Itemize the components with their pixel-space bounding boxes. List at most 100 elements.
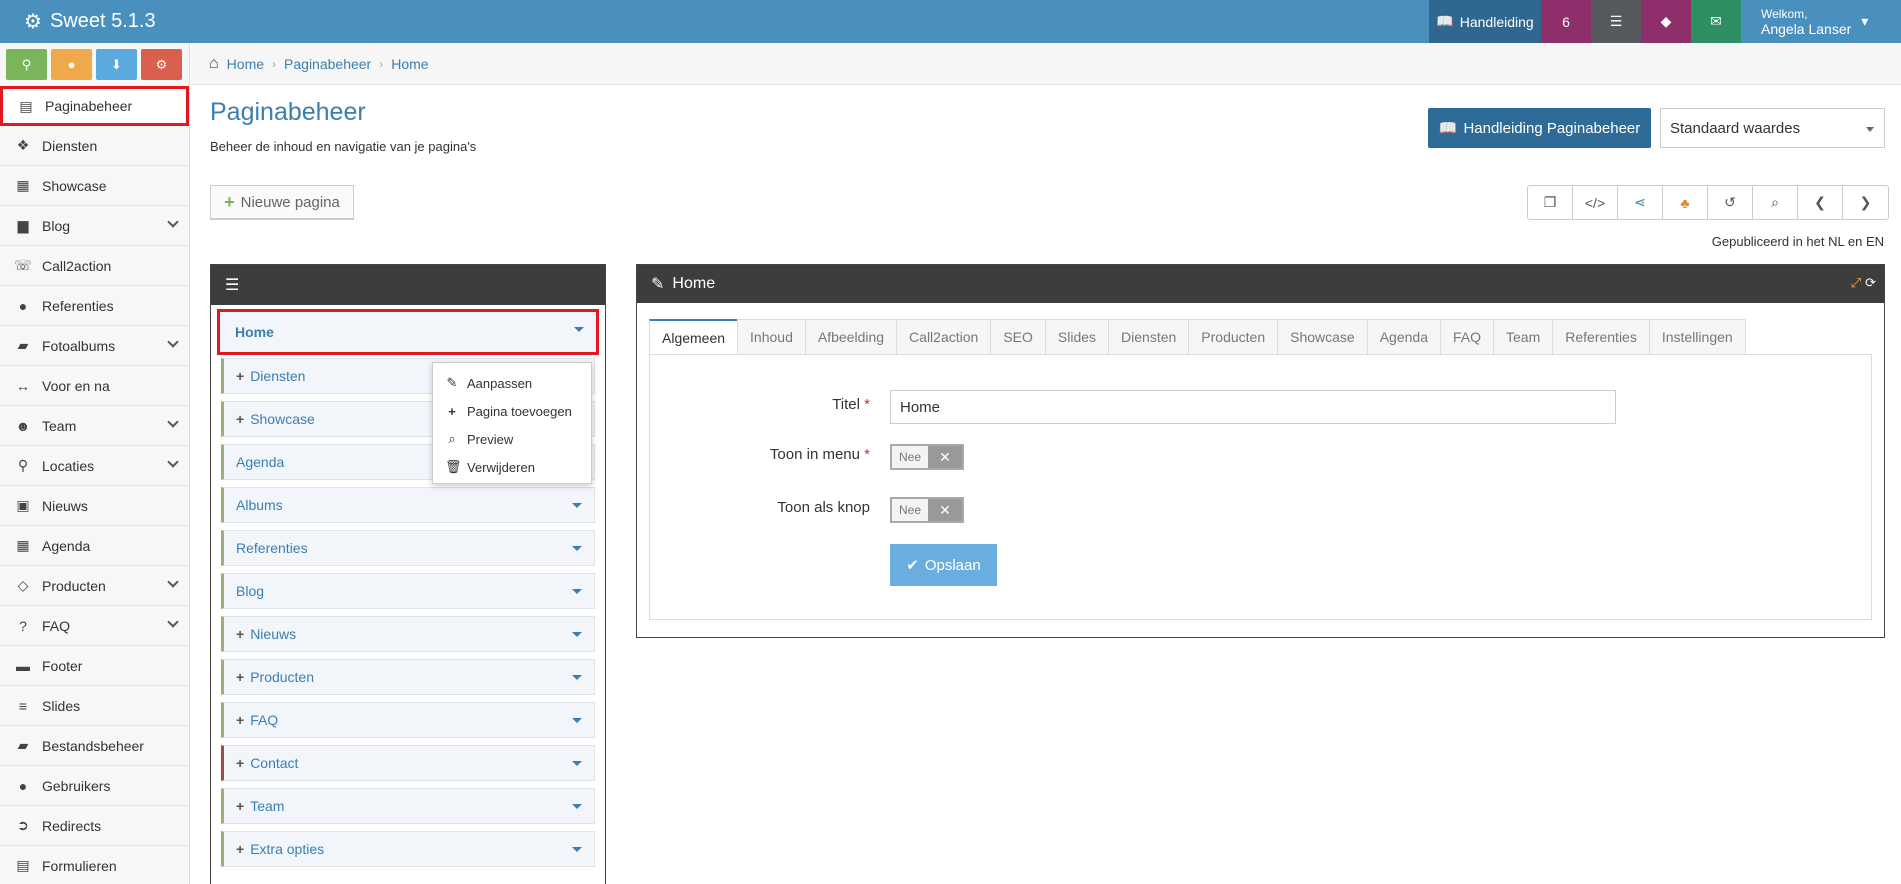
tree-item-blog[interactable]: Blog	[221, 573, 595, 609]
hamburger-icon[interactable]: ☰	[225, 275, 239, 295]
notification-count-button[interactable]: 6	[1541, 0, 1591, 43]
sidebar-item-blog[interactable]: ▆ Blog	[0, 206, 189, 246]
sidebar-item-footer[interactable]: ▬ Footer	[0, 646, 189, 686]
sidebar-item-bestandsbeheer[interactable]: ▰ Bestandsbeheer	[0, 726, 189, 766]
defaults-select[interactable]: Standaard waardes	[1660, 108, 1885, 148]
tab-showcase[interactable]: Showcase	[1277, 319, 1367, 355]
sidebar-item-nieuws[interactable]: ▣ Nieuws	[0, 486, 189, 526]
new-page-button[interactable]: + Nieuwe pagina	[210, 185, 354, 220]
tree-item-referenties[interactable]: Referenties	[221, 530, 595, 566]
sidebar-item-faq[interactable]: ? FAQ	[0, 606, 189, 646]
tab-team[interactable]: Team	[1493, 319, 1553, 355]
toon-als-knop-toggle[interactable]: Nee ✕	[890, 497, 964, 523]
breadcrumb-current[interactable]: Home	[391, 56, 428, 72]
sidebar-item-redirects[interactable]: ➲ Redirects	[0, 806, 189, 846]
caret-down-icon[interactable]	[572, 546, 582, 551]
manual-button[interactable]: 📖 Handleiding	[1429, 0, 1541, 43]
plus-icon[interactable]: +	[236, 669, 244, 685]
manual-paginabeheer-button[interactable]: 📖 Handleiding Paginabeheer	[1428, 108, 1651, 148]
share-button[interactable]: ⋖	[1618, 186, 1663, 219]
tab-faq[interactable]: FAQ	[1440, 319, 1494, 355]
menu-item-pagina-toevoegen[interactable]: + Pagina toevoegen	[433, 397, 591, 425]
sidebar-item-showcase[interactable]: ▦ Showcase	[0, 166, 189, 206]
caret-down-icon[interactable]	[572, 675, 582, 680]
plus-icon[interactable]: +	[236, 755, 244, 771]
menu-item-preview[interactable]: ⌕ Preview	[433, 425, 591, 453]
previous-button[interactable]: ❮	[1798, 186, 1843, 219]
tab-inhoud[interactable]: Inhoud	[737, 319, 805, 355]
expand-icon[interactable]: ⤢	[1851, 275, 1861, 291]
plus-icon[interactable]: +	[236, 411, 244, 427]
tab-algemeen[interactable]: Algemeen	[649, 319, 738, 355]
caret-down-icon[interactable]	[572, 503, 582, 508]
location-quick-button[interactable]: ⚲	[6, 49, 47, 80]
menu-item-verwijderen[interactable]: 🗑 Verwijderen	[433, 453, 591, 481]
server-button[interactable]: ☰	[1591, 0, 1641, 43]
caret-down-icon[interactable]	[572, 632, 582, 637]
sidebar-item-producten[interactable]: ◇ Producten	[0, 566, 189, 606]
copy-button[interactable]: ❐	[1528, 186, 1573, 219]
plus-icon[interactable]: +	[236, 798, 244, 814]
sidebar-item-agenda[interactable]: ▦ Agenda	[0, 526, 189, 566]
caret-down-icon[interactable]	[572, 804, 582, 809]
user-menu[interactable]: Welkom, Angela Lanser ▾	[1741, 0, 1901, 43]
plus-icon[interactable]: +	[236, 712, 244, 728]
home-icon[interactable]: ⌂	[209, 55, 219, 73]
tab-agenda[interactable]: Agenda	[1366, 319, 1440, 355]
caret-down-icon[interactable]	[572, 847, 582, 852]
caret-down-icon[interactable]	[572, 761, 582, 766]
search-button[interactable]: ⌕	[1753, 186, 1798, 219]
code-button[interactable]: </>	[1573, 186, 1618, 219]
sidebar-item-slides[interactable]: ≡ Slides	[0, 686, 189, 726]
download-quick-button[interactable]: ⬇	[96, 49, 137, 80]
tab-slides[interactable]: Slides	[1044, 319, 1109, 355]
tab-call2action[interactable]: Call2action	[896, 319, 991, 355]
mail-button[interactable]: ✉	[1691, 0, 1741, 43]
refresh-icon[interactable]: ⟳	[1865, 275, 1876, 291]
tree-item-team[interactable]: + Team	[221, 788, 595, 824]
tree-item-label: Producten	[250, 669, 315, 685]
tab-producten[interactable]: Producten	[1188, 319, 1278, 355]
menu-item-aanpassen[interactable]: ✎ Aanpassen	[433, 369, 591, 397]
tab-instellingen[interactable]: Instellingen	[1648, 319, 1746, 355]
sidebar-item-fotoalbums[interactable]: ▰ Fotoalbums	[0, 326, 189, 366]
caret-down-icon[interactable]	[572, 589, 582, 594]
brand[interactable]: ⚙ Sweet 5.1.3	[0, 9, 600, 34]
tab-referenties[interactable]: Referenties	[1552, 319, 1649, 355]
toon-in-menu-toggle[interactable]: Nee ✕	[890, 444, 964, 470]
breadcrumb-home[interactable]: Home	[227, 56, 264, 72]
sidebar-item-team[interactable]: ☻ Team	[0, 406, 189, 446]
diamond-button[interactable]: ◆	[1641, 0, 1691, 43]
sidebar-item-voor-en-na[interactable]: ↔ Voor en na	[0, 366, 189, 406]
plus-icon[interactable]: +	[236, 368, 244, 384]
breadcrumb-paginabeheer[interactable]: Paginabeheer	[284, 56, 371, 72]
tree-item-extra-opties[interactable]: + Extra opties	[221, 831, 595, 867]
sidebar-item-referenties[interactable]: ● Referenties	[0, 286, 189, 326]
caret-down-icon[interactable]	[572, 718, 582, 723]
plus-icon[interactable]: +	[236, 626, 244, 642]
next-button[interactable]: ❯	[1843, 186, 1888, 219]
tree-item-home[interactable]: Home	[217, 309, 599, 355]
tree-item-nieuws[interactable]: + Nieuws	[221, 616, 595, 652]
tab-seo[interactable]: SEO	[990, 319, 1045, 355]
user-quick-button[interactable]: ●	[51, 49, 92, 80]
settings-quick-button[interactable]: ⚙	[141, 49, 182, 80]
tree-item-contact[interactable]: + Contact	[221, 745, 595, 781]
sidebar-item-formulieren[interactable]: ▤ Formulieren	[0, 846, 189, 884]
plus-icon[interactable]: +	[236, 841, 244, 857]
sidebar-item-gebruikers[interactable]: ● Gebruikers	[0, 766, 189, 806]
caret-down-icon[interactable]	[574, 327, 584, 332]
save-button[interactable]: ✔ Opslaan	[890, 544, 997, 586]
history-button[interactable]: ↺	[1708, 186, 1753, 219]
titel-input[interactable]: Home	[890, 390, 1616, 424]
tab-diensten[interactable]: Diensten	[1108, 319, 1189, 355]
tab-afbeelding[interactable]: Afbeelding	[804, 319, 897, 355]
tree-item-albums[interactable]: Albums	[221, 487, 595, 523]
sitemap-button[interactable]: ♣	[1663, 186, 1708, 219]
sidebar-item-locaties[interactable]: ⚲ Locaties	[0, 446, 189, 486]
tree-item-faq[interactable]: + FAQ	[221, 702, 595, 738]
sidebar-item-call2action[interactable]: ☏ Call2action	[0, 246, 189, 286]
sidebar-item-diensten[interactable]: ❖ Diensten	[0, 126, 189, 166]
sidebar-item-paginabeheer[interactable]: ▤ Paginabeheer	[0, 86, 189, 126]
tree-item-producten[interactable]: + Producten	[221, 659, 595, 695]
